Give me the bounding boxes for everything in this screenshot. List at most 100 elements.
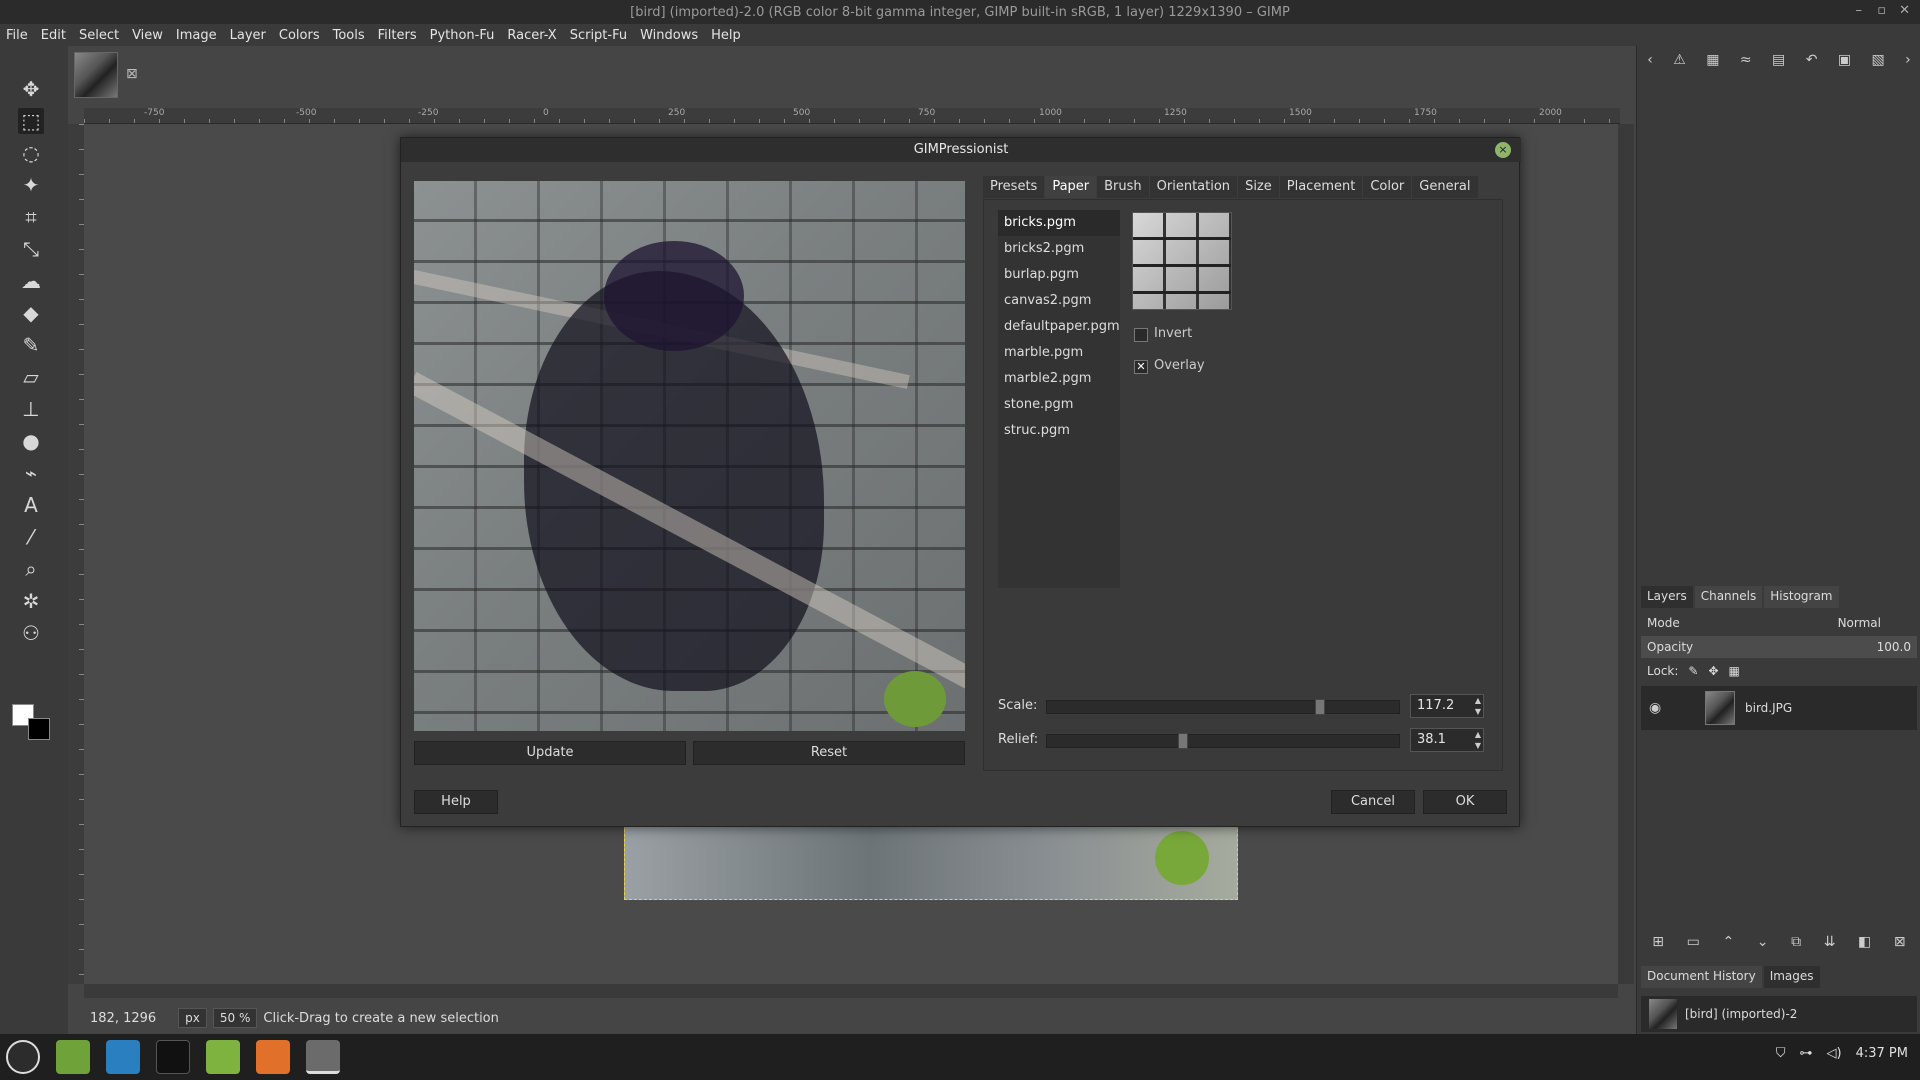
list-item[interactable]: burlap.pgm <box>998 262 1120 288</box>
terminal-icon[interactable] <box>156 1040 190 1074</box>
measure-tool-icon[interactable]: ✲ <box>18 588 44 614</box>
network-icon[interactable]: ⊶ <box>1800 1046 1813 1061</box>
raise-layer-icon[interactable]: ⌃ <box>1722 934 1734 958</box>
menu-image[interactable]: Image <box>176 28 217 43</box>
tab-color[interactable]: Color <box>1363 176 1412 198</box>
undo-icon[interactable]: ↶ <box>1806 52 1818 68</box>
mode-value[interactable]: Normal <box>1838 616 1881 630</box>
list-item[interactable]: bricks.pgm <box>998 210 1120 236</box>
scale-value[interactable]: 117.2 <box>1417 698 1454 713</box>
dialog-close-icon[interactable]: × <box>1495 142 1511 158</box>
lock-position-icon[interactable]: ✥ <box>1708 664 1718 678</box>
relief-slider[interactable] <box>1046 733 1400 749</box>
merge-layer-icon[interactable]: ⇊ <box>1824 934 1836 958</box>
spin-arrows-icon[interactable]: ▲ ▼ <box>1475 695 1481 717</box>
tab-placement[interactable]: Placement <box>1279 176 1363 198</box>
tab-channels[interactable]: Channels <box>1694 586 1763 608</box>
menu-python-fu[interactable]: Python-Fu <box>430 28 495 43</box>
paste-icon[interactable]: ▣ <box>1838 52 1851 68</box>
tab-document-history[interactable]: Document History <box>1641 966 1762 988</box>
mode-row[interactable]: Mode Normal <box>1641 612 1917 634</box>
horizontal-scrollbar[interactable] <box>84 984 1618 998</box>
shield-icon[interactable]: ⛉ <box>1776 1046 1786 1061</box>
eraser-tool-icon[interactable]: ▱ <box>18 364 44 390</box>
folder-icon[interactable] <box>206 1040 240 1074</box>
brush-icon[interactable]: ≈ <box>1740 52 1752 68</box>
ok-button[interactable]: OK <box>1423 790 1507 814</box>
mask-layer-icon[interactable]: ◧ <box>1858 934 1871 958</box>
layer-name[interactable]: bird.JPG <box>1745 701 1792 715</box>
paintbrush-tool-icon[interactable]: ✎ <box>18 332 44 358</box>
system-monitor-icon[interactable] <box>106 1040 140 1074</box>
menu-racer-x[interactable]: Racer-X <box>507 28 556 43</box>
chevron-right-icon[interactable]: › <box>1905 52 1911 68</box>
text-tool-icon[interactable]: A <box>18 492 44 518</box>
start-menu-icon[interactable] <box>6 1040 40 1074</box>
layer-row[interactable]: ◉ bird.JPG <box>1641 686 1917 730</box>
menu-edit[interactable]: Edit <box>41 28 66 43</box>
overlay-checkbox[interactable]: ✕ <box>1134 360 1148 374</box>
paper-list[interactable]: bricks.pgm bricks2.pgm burlap.pgm canvas… <box>998 210 1120 588</box>
image-tab-thumbnail[interactable] <box>74 52 118 98</box>
update-button[interactable]: Update <box>414 741 686 765</box>
scale-slider[interactable] <box>1046 699 1400 715</box>
files-app-icon[interactable] <box>56 1040 90 1074</box>
tab-orientation[interactable]: Orientation <box>1149 176 1238 198</box>
new-layer-icon[interactable]: ⊞ <box>1652 934 1664 958</box>
image-icon[interactable]: ▧ <box>1872 52 1885 68</box>
fuzzy-select-tool-icon[interactable]: ✦ <box>18 172 44 198</box>
new-group-icon[interactable]: ▭ <box>1687 934 1700 958</box>
vertical-ruler[interactable] <box>68 124 84 984</box>
canvas-image-layer[interactable] <box>624 824 1238 900</box>
tab-general[interactable]: General <box>1412 176 1478 198</box>
warning-icon[interactable]: ⚠ <box>1673 52 1686 68</box>
bucket-fill-tool-icon[interactable]: ◆ <box>18 300 44 326</box>
list-item[interactable]: stone.pgm <box>998 392 1120 418</box>
lasso-tool-icon[interactable]: ◌ <box>18 140 44 166</box>
maximize-icon[interactable]: ▫ <box>1877 3 1886 18</box>
move-tool-icon[interactable]: ✥ <box>18 76 44 102</box>
tab-presets[interactable]: Presets <box>983 176 1045 198</box>
crop-tool-icon[interactable]: ⌗ <box>18 204 44 230</box>
chevron-left-icon[interactable]: ‹ <box>1647 52 1653 68</box>
zoom-select[interactable]: 50 % <box>212 1008 258 1028</box>
menu-file[interactable]: File <box>6 28 28 43</box>
duplicate-layer-icon[interactable]: ⧉ <box>1791 934 1801 958</box>
paths-tool-icon[interactable]: ⌁ <box>18 460 44 486</box>
list-item[interactable]: bricks2.pgm <box>998 236 1120 262</box>
gimp-taskbar-icon[interactable] <box>306 1040 340 1074</box>
transform-tool-icon[interactable]: ⤡ <box>18 236 44 262</box>
tab-close-icon[interactable]: ⊠ <box>126 66 138 82</box>
lock-pixels-icon[interactable]: ✎ <box>1688 664 1698 678</box>
pattern-icon[interactable]: ▦ <box>1706 52 1719 68</box>
rect-select-tool-icon[interactable]: ⬚ <box>18 108 44 134</box>
clock[interactable]: 4:37 PM <box>1856 1046 1908 1061</box>
scale-slider-handle[interactable] <box>1315 699 1325 715</box>
tab-size[interactable]: Size <box>1238 176 1279 198</box>
menu-help[interactable]: Help <box>711 28 741 43</box>
opacity-value[interactable]: 100.0 <box>1877 640 1911 654</box>
clone-tool-icon[interactable]: ⊥ <box>18 396 44 422</box>
unit-select[interactable]: px <box>178 1008 207 1028</box>
image-name[interactable]: [bird] (imported)-2 <box>1685 1007 1797 1021</box>
relief-spinbox[interactable]: 38.1 ▲ ▼ <box>1410 728 1484 752</box>
menu-filters[interactable]: Filters <box>378 28 417 43</box>
tab-layers[interactable]: Layers <box>1641 586 1693 608</box>
blur-tool-icon[interactable]: ● <box>18 428 44 454</box>
tab-images[interactable]: Images <box>1763 966 1820 988</box>
vertical-scrollbar[interactable] <box>1618 124 1634 984</box>
color-picker-tool-icon[interactable]: ⁄ <box>18 524 44 550</box>
close-icon[interactable]: ✕ <box>1899 3 1910 18</box>
cancel-button[interactable]: Cancel <box>1331 790 1415 814</box>
heal-tool-icon[interactable]: ⚇ <box>18 620 44 646</box>
minimize-icon[interactable]: – <box>1856 3 1863 18</box>
list-item[interactable]: canvas2.pgm <box>998 288 1120 314</box>
lock-alpha-icon[interactable]: ▦ <box>1729 664 1740 678</box>
menu-layer[interactable]: Layer <box>230 28 266 43</box>
firefox-icon[interactable] <box>256 1040 290 1074</box>
invert-checkbox[interactable] <box>1134 328 1148 342</box>
list-item[interactable]: marble.pgm <box>998 340 1120 366</box>
menu-tools[interactable]: Tools <box>333 28 365 43</box>
zoom-tool-icon[interactable]: ⌕ <box>18 556 44 582</box>
gradient-icon[interactable]: ▤ <box>1772 52 1785 68</box>
